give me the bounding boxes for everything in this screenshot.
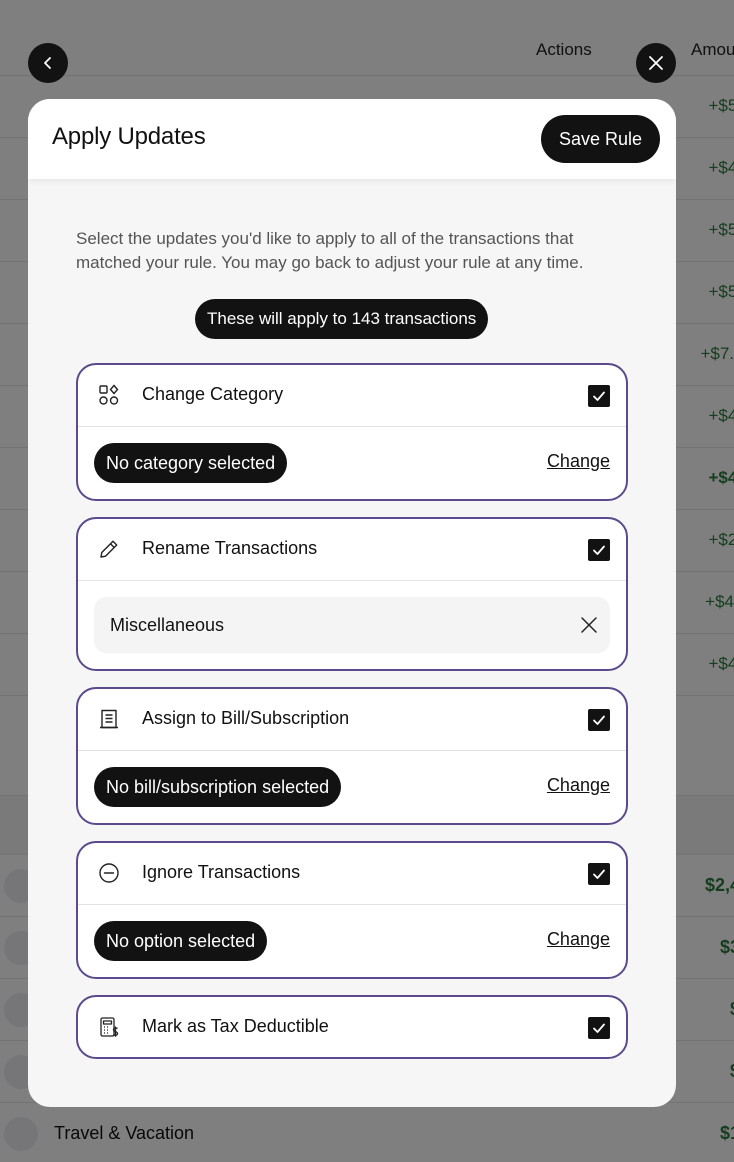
assign-bill-label: Assign to Bill/Subscription (142, 708, 350, 728)
calculator-icon (100, 1017, 119, 1037)
assign-bill-body: No bill/subscription selected Change (78, 750, 626, 823)
change-category-body: No category selected Change (78, 426, 626, 499)
ignore-value-pill: No option selected (94, 921, 268, 961)
assign-bill-card: Assign to Bill/Subscription No bill/subs… (76, 687, 628, 825)
save-rule-button[interactable]: Save Rule (540, 115, 660, 163)
ignore-transactions-checkbox[interactable] (588, 863, 610, 885)
rename-transactions-header: Rename Transactions (78, 519, 626, 580)
pencil-icon (100, 540, 118, 558)
assign-bill-checkbox[interactable] (588, 709, 610, 731)
modal-title: Apply Updates (52, 123, 206, 150)
minus-circle-icon (99, 863, 119, 883)
checkmark-icon (593, 391, 605, 401)
tax-deductible-checkbox[interactable] (588, 1017, 610, 1039)
checkmark-icon (593, 1023, 605, 1033)
rename-transactions-body (78, 580, 626, 669)
ignore-transactions-header: Ignore Transactions (78, 843, 626, 904)
rename-transactions-card: Rename Transactions (76, 517, 628, 671)
tax-deductible-label: Mark as Tax Deductible (142, 1016, 329, 1036)
assign-bill-header: Assign to Bill/Subscription (78, 689, 626, 750)
back-button[interactable] (28, 43, 68, 83)
receipt-icon (100, 709, 118, 729)
tax-deductible-header: Mark as Tax Deductible (78, 997, 626, 1057)
checkmark-icon (593, 869, 605, 879)
bill-value-pill: No bill/subscription selected (94, 767, 342, 807)
category-value-pill: No category selected (94, 443, 288, 483)
change-bill-link[interactable]: Change (547, 775, 610, 796)
change-category-link[interactable]: Change (547, 451, 610, 472)
clear-input-icon[interactable] (578, 614, 600, 636)
change-category-label: Change Category (142, 384, 284, 404)
intro-text: Select the updates you'd like to apply t… (76, 229, 584, 272)
modal-header: Apply Updates Save Rule (28, 99, 676, 179)
chevron-left-icon (44, 57, 51, 69)
transaction-count-badge: These will apply to 143 transactions (195, 299, 489, 339)
change-category-header: Change Category (78, 365, 626, 426)
ignore-transactions-card: Ignore Transactions No option selected C… (76, 841, 628, 979)
change-category-checkbox[interactable] (588, 385, 610, 407)
rename-transactions-checkbox[interactable] (588, 539, 610, 561)
checkmark-icon (593, 715, 605, 725)
rename-transactions-label: Rename Transactions (142, 538, 318, 558)
change-category-card: Change Category No category selected Cha… (76, 363, 628, 501)
ignore-transactions-body: No option selected Change (78, 904, 626, 977)
ignore-transactions-label: Ignore Transactions (142, 862, 301, 882)
close-button[interactable] (636, 43, 676, 83)
close-icon (649, 56, 663, 70)
tax-deductible-card: Mark as Tax Deductible (76, 995, 628, 1059)
apply-updates-modal: Apply Updates Save Rule Select the updat… (28, 99, 676, 1107)
change-ignore-link[interactable]: Change (547, 929, 610, 950)
checkmark-icon (593, 545, 605, 555)
rename-input[interactable] (94, 597, 610, 653)
shapes-icon (99, 384, 119, 405)
